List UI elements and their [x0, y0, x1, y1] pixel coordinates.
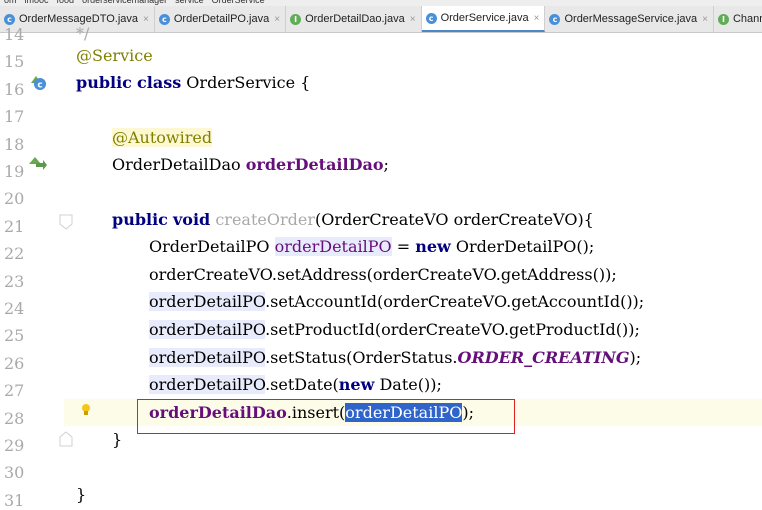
- code-line-19: OrderDetailDao orderDetailDao;: [112, 155, 389, 174]
- fold-open-icon[interactable]: [59, 214, 73, 230]
- class-icon: c: [425, 12, 437, 24]
- code-line-16: public class OrderService {: [76, 73, 311, 92]
- breadcrumb-item[interactable]: om: [4, 0, 17, 5]
- line-number: 29: [4, 436, 25, 455]
- code-line-26: orderDetailPO.setStatus(OrderStatus.ORDE…: [149, 348, 642, 367]
- editor-tab-bar: c OrderMessageDTO.java × c OrderDetailPO.jav…: [0, 6, 762, 33]
- code-line-31: }: [76, 485, 87, 504]
- line-number: 18: [4, 134, 25, 154]
- lightbulb-icon[interactable]: [80, 402, 92, 421]
- breadcrumb-item[interactable]: OrderService: [212, 0, 265, 5]
- code-line-27: orderDetailPO.setDate(new Date());: [149, 375, 442, 394]
- highlight-box: [137, 399, 515, 434]
- line-number: 28: [4, 408, 25, 428]
- interface-icon: I: [290, 13, 302, 25]
- line-number: 15: [4, 52, 25, 72]
- tab-label: OrderService.java: [440, 12, 529, 24]
- close-icon[interactable]: ×: [274, 14, 280, 25]
- code-line-23: orderCreateVO.setAddress(orderCreateVO.g…: [149, 265, 617, 284]
- code-line-22: OrderDetailPO orderDetailPO = new OrderD…: [149, 237, 595, 256]
- tab-orderdetailpo-java[interactable]: c OrderDetailPO.java ×: [155, 6, 287, 32]
- line-number: 14: [4, 25, 25, 44]
- code-line-15: @Service: [76, 46, 153, 65]
- interface-icon: I: [717, 13, 729, 25]
- class-icon: c: [158, 13, 170, 25]
- class-icon: c: [549, 13, 561, 25]
- tab-orderservice-java[interactable]: c OrderService.java ×: [421, 6, 546, 32]
- breadcrumb-item[interactable]: food: [57, 0, 75, 5]
- line-number: 27: [4, 381, 25, 401]
- tab-label: OrderDetailPO.java: [173, 13, 270, 25]
- gutter: c 14 15 16 17 18 19 20 21 22 23 24 25 26 27 28 29 30 31: [0, 25, 73, 510]
- line-number: 22: [4, 244, 25, 264]
- code-line-29: }: [112, 430, 123, 449]
- code-editor[interactable]: c 14 15 16 17 18 19 20 21 22 23 24 25 26 27 28 29 30 31 *…: [0, 24, 762, 510]
- close-icon[interactable]: ×: [143, 14, 149, 25]
- tab-label: OrderDetailDao.java: [305, 13, 405, 25]
- close-icon[interactable]: ×: [534, 13, 540, 24]
- close-icon[interactable]: ×: [702, 14, 708, 25]
- code-line-25: orderDetailPO.setProductId(orderCreateVO…: [149, 320, 640, 339]
- line-number: 24: [4, 299, 25, 318]
- line-number: 25: [4, 326, 25, 346]
- class-implementation-icon[interactable]: c: [26, 70, 48, 92]
- tab-channel-java[interactable]: IChannel.java×: [714, 6, 762, 32]
- svg-text:c: c: [37, 81, 42, 91]
- code-line-24: orderDetailPO.setAccountId(orderCreateVO…: [149, 292, 645, 311]
- line-number: 21: [4, 216, 25, 236]
- line-number: 23: [4, 271, 25, 291]
- breadcrumb-item[interactable]: service: [175, 0, 204, 5]
- breadcrumb-item[interactable]: orderservicemanager: [82, 0, 167, 5]
- line-number: 26: [4, 353, 25, 373]
- line-number: 16: [4, 79, 25, 99]
- code-line-18: @Autowired: [112, 128, 213, 147]
- fold-close-icon[interactable]: [59, 431, 73, 447]
- tab-orderdetaildao-java[interactable]: I OrderDetailDao.java ×: [286, 6, 422, 32]
- breadcrumb-item[interactable]: imooc: [25, 0, 49, 5]
- line-number: 19: [4, 162, 25, 181]
- tab-ordermessageservice-java[interactable]: c OrderMessageService.java ×: [545, 6, 714, 32]
- class-icon: c: [4, 13, 15, 25]
- tab-label: OrderMessageService.java: [564, 13, 698, 25]
- line-number: 31: [4, 490, 25, 510]
- tab-label: Channel.java: [732, 13, 762, 25]
- close-icon[interactable]: ×: [410, 14, 416, 25]
- code-line-21: public void createOrder(OrderCreateVO or…: [112, 210, 594, 229]
- line-number: 20: [4, 189, 25, 209]
- autowired-bean-icon[interactable]: [26, 152, 48, 174]
- line-number: 30: [4, 463, 25, 483]
- line-number: 17: [4, 107, 25, 127]
